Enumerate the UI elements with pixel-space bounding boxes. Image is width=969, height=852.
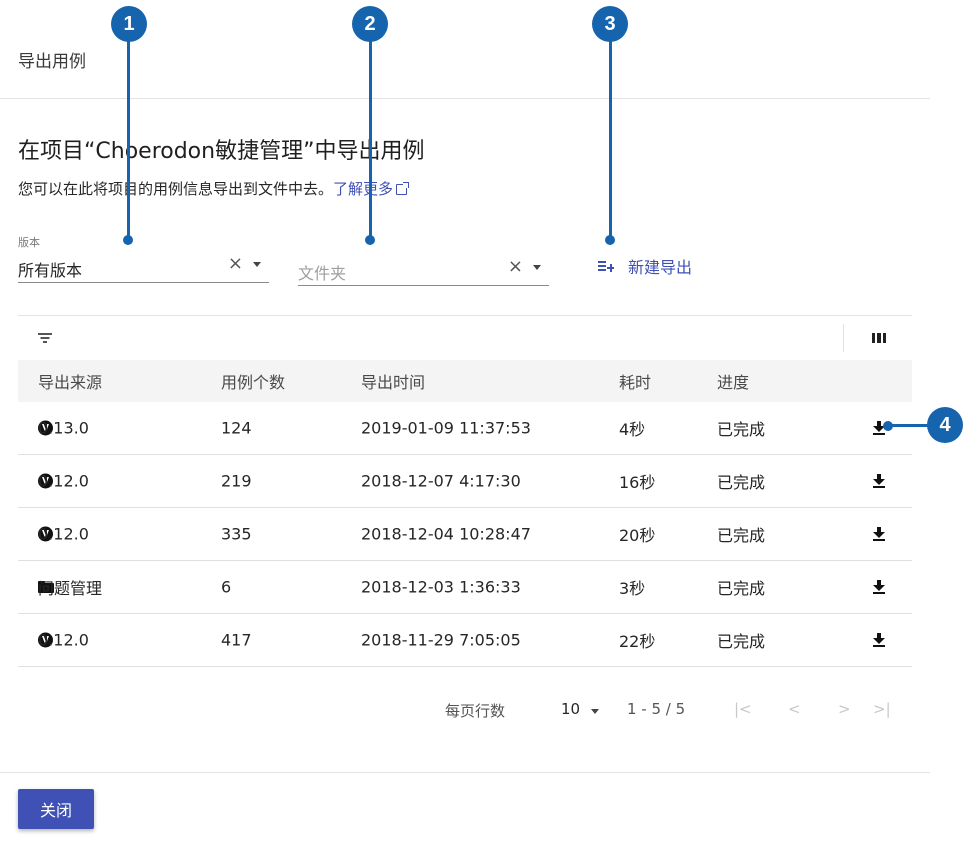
callout-line-1 (127, 40, 130, 238)
page-description: 您可以在此将项目的用例信息导出到文件中去。了解更多 (18, 178, 410, 199)
page-heading: 在项目“Choerodon敏捷管理”中导出用例 (18, 139, 425, 164)
table-row: 问题管理 6 2018-12-03 1:36:33 3秒 已完成 (18, 561, 912, 614)
duration-cell: 4秒 (619, 420, 646, 439)
new-export-button[interactable]: 新建导出 (598, 254, 692, 278)
dialog-title: 导出用例 (18, 52, 86, 72)
rows-per-page-label: 每页行数 (445, 702, 506, 720)
progress-cell: 已完成 (717, 526, 766, 545)
clear-icon[interactable]: × (228, 254, 243, 274)
callout-badge-4: 4 (927, 407, 963, 443)
clear-icon[interactable]: × (508, 257, 523, 277)
column-header-time[interactable]: 导出时间 (361, 369, 425, 393)
callout-badge-1: 1 (111, 6, 147, 42)
source-name: 0.12.0 (38, 630, 89, 650)
column-header-progress[interactable]: 进度 (717, 369, 749, 393)
time-cell: 2019-01-09 11:37:53 (361, 418, 531, 438)
chevron-down-icon[interactable] (533, 265, 541, 270)
chevron-down-icon[interactable] (253, 262, 261, 267)
progress-cell: 已完成 (717, 420, 766, 439)
duration-cell: 16秒 (619, 473, 656, 492)
previous-page-icon[interactable]: < (788, 700, 801, 718)
count-cell: 124 (221, 418, 252, 438)
callout-dot-3 (605, 235, 615, 245)
table-toolbar (18, 315, 912, 360)
description-text: 您可以在此将项目的用例信息导出到文件中去。 (18, 180, 334, 198)
column-header-count[interactable]: 用例个数 (221, 369, 285, 393)
last-page-icon[interactable]: >| (873, 700, 891, 718)
progress-cell: 已完成 (717, 579, 766, 598)
column-header-source[interactable]: 导出来源 (38, 369, 102, 393)
columns-icon[interactable] (872, 333, 886, 343)
pagination-range: 1 - 5 / 5 (627, 700, 686, 718)
export-table: 导出来源 用例个数 导出时间 耗时 进度 V 0.13.0 124 2019-01… (18, 315, 912, 667)
time-cell: 2018-12-03 1:36:33 (361, 577, 521, 597)
header-divider (0, 98, 930, 99)
external-link-icon (396, 182, 410, 195)
page-size-select[interactable]: 10 (561, 700, 580, 718)
time-cell: 2018-12-07 4:17:30 (361, 471, 521, 491)
footer-divider (0, 772, 930, 773)
count-cell: 335 (221, 524, 252, 544)
source-name: 0.12.0 (38, 471, 89, 491)
source-name: 0.12.0 (38, 524, 89, 544)
time-cell: 2018-12-04 10:28:47 (361, 524, 531, 544)
download-icon[interactable] (873, 580, 885, 594)
filter-icon[interactable] (38, 333, 52, 343)
count-cell: 6 (221, 577, 232, 597)
count-cell: 219 (221, 471, 252, 491)
table-header: 导出来源 用例个数 导出时间 耗时 进度 (18, 360, 912, 402)
next-page-icon[interactable]: > (838, 700, 851, 718)
table-row: V 0.12.0 219 2018-12-07 4:17:30 16秒 已完成 (18, 455, 912, 508)
progress-cell: 已完成 (717, 473, 766, 492)
callout-line-2 (369, 40, 372, 238)
folder-select[interactable]: 文件夹 × (298, 255, 549, 286)
playlist-add-icon (598, 260, 614, 272)
callout-line-3 (609, 40, 612, 238)
count-cell: 417 (221, 630, 252, 650)
source-name: 问题管理 (38, 579, 103, 598)
chevron-down-icon[interactable] (591, 709, 599, 714)
first-page-icon[interactable]: |< (734, 700, 752, 718)
callout-badge-2: 2 (352, 6, 388, 42)
version-select-value: 所有版本 (18, 261, 83, 280)
callout-line-4 (888, 424, 930, 427)
download-icon[interactable] (873, 474, 885, 488)
callout-badge-3: 3 (592, 6, 628, 42)
duration-cell: 22秒 (619, 632, 656, 651)
table-row: V 0.13.0 124 2019-01-09 11:37:53 4秒 已完成 (18, 402, 912, 455)
callout-dot-4 (883, 421, 893, 431)
close-button[interactable]: 关闭 (18, 789, 94, 829)
progress-cell: 已完成 (717, 632, 766, 651)
source-name: 0.13.0 (38, 418, 89, 438)
column-header-duration[interactable]: 耗时 (619, 369, 651, 393)
table-row: V 0.12.0 417 2018-11-29 7:05:05 22秒 已完成 (18, 614, 912, 667)
download-icon[interactable] (873, 527, 885, 541)
callout-dot-1 (123, 235, 133, 245)
duration-cell: 3秒 (619, 579, 646, 598)
new-export-label: 新建导出 (628, 258, 693, 277)
callout-dot-2 (365, 235, 375, 245)
folder-select-placeholder: 文件夹 (298, 264, 347, 283)
toolbar-divider (843, 324, 844, 352)
duration-cell: 20秒 (619, 526, 656, 545)
table-row: V 0.12.0 335 2018-12-04 10:28:47 20秒 已完成 (18, 508, 912, 561)
version-select-label: 版本 (18, 236, 40, 249)
download-icon[interactable] (873, 633, 885, 647)
time-cell: 2018-11-29 7:05:05 (361, 630, 521, 650)
version-select[interactable]: 所有版本 × (18, 252, 269, 283)
learn-more-label: 了解更多 (333, 180, 394, 198)
